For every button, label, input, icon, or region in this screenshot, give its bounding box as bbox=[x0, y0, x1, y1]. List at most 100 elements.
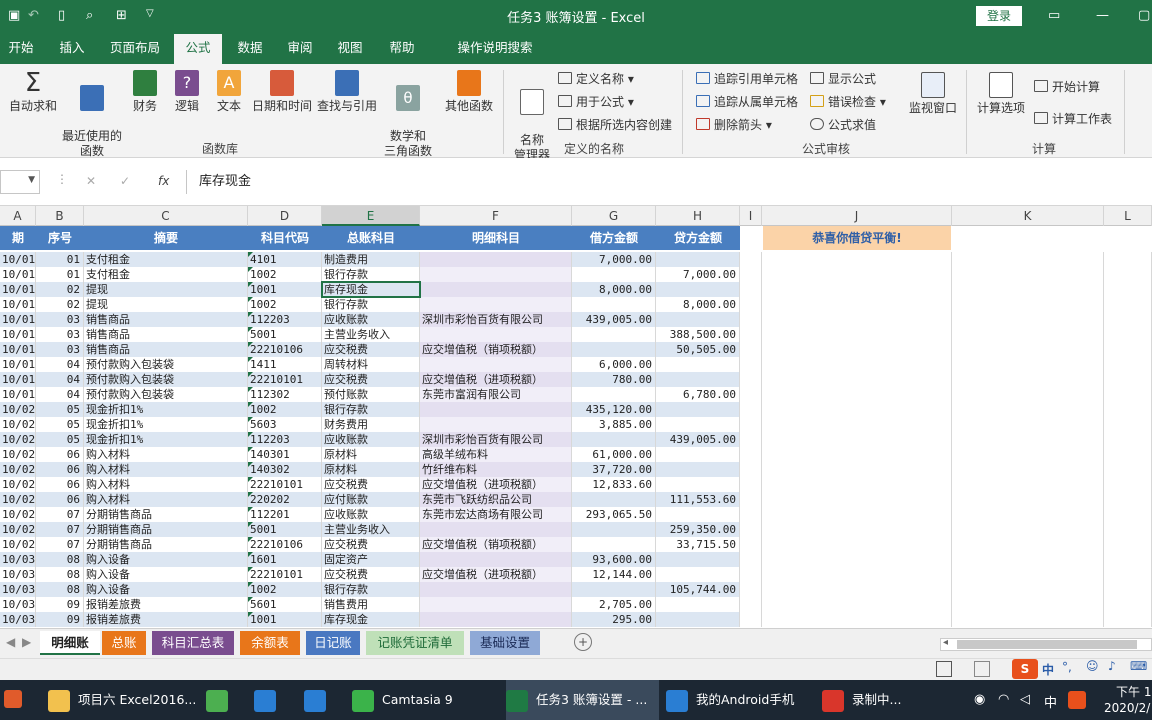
table-cell[interactable] bbox=[1104, 312, 1152, 327]
table-cell[interactable]: 8,000.00 bbox=[656, 297, 740, 312]
table-cell[interactable]: 应交税费 bbox=[322, 477, 420, 492]
table-cell[interactable] bbox=[762, 252, 952, 267]
table-cell[interactable] bbox=[656, 597, 740, 612]
table-cell[interactable]: 购入材料 bbox=[84, 462, 248, 477]
table-cell[interactable]: 分期销售商品 bbox=[84, 537, 248, 552]
table-cell[interactable]: 应交税费 bbox=[322, 567, 420, 582]
horizontal-scrollbar[interactable]: ◂ bbox=[940, 637, 1152, 651]
table-cell[interactable]: 销售商品 bbox=[84, 342, 248, 357]
table-cell[interactable]: 东莞市宏达商场有限公司 bbox=[420, 507, 572, 522]
table-cell[interactable]: 10/01 bbox=[0, 357, 36, 372]
keyboard-icon[interactable]: ⌨ bbox=[1130, 659, 1147, 673]
column-header-A[interactable]: A bbox=[0, 206, 36, 226]
table-cell[interactable]: 50,505.00 bbox=[656, 342, 740, 357]
table-cell[interactable]: 06 bbox=[36, 477, 84, 492]
table-cell[interactable]: 购入设备 bbox=[84, 567, 248, 582]
table-cell[interactable] bbox=[1104, 447, 1152, 462]
table-cell[interactable]: 08 bbox=[36, 552, 84, 567]
table-cell[interactable]: 10/01 bbox=[0, 267, 36, 282]
table-cell[interactable] bbox=[762, 312, 952, 327]
table-cell[interactable]: 应付账款 bbox=[322, 492, 420, 507]
table-cell[interactable] bbox=[762, 612, 952, 627]
table-cell[interactable]: 04 bbox=[36, 357, 84, 372]
table-cell[interactable] bbox=[952, 567, 1104, 582]
table-cell[interactable] bbox=[420, 282, 572, 297]
table-cell[interactable] bbox=[740, 492, 762, 507]
table-cell[interactable] bbox=[420, 327, 572, 342]
table-cell[interactable] bbox=[952, 252, 1104, 267]
table-cell[interactable] bbox=[420, 357, 572, 372]
table-cell[interactable]: 深圳市彩怡百货有限公司 bbox=[420, 312, 572, 327]
taskbar-item-7[interactable]: 录制中... bbox=[822, 680, 901, 720]
table-cell[interactable]: 04 bbox=[36, 387, 84, 402]
table-cell[interactable] bbox=[952, 582, 1104, 597]
create-from-selection-button[interactable]: 根据所选内容创建 bbox=[558, 116, 672, 133]
table-cell[interactable]: 10/02 bbox=[0, 507, 36, 522]
input-language[interactable]: 中 bbox=[1044, 692, 1057, 711]
table-cell[interactable] bbox=[1104, 582, 1152, 597]
table-cell[interactable] bbox=[952, 387, 1104, 402]
table-cell[interactable] bbox=[740, 282, 762, 297]
table-cell[interactable]: 435,120.00 bbox=[572, 402, 656, 417]
table-cell[interactable]: 439,005.00 bbox=[572, 312, 656, 327]
table-cell[interactable]: 61,000.00 bbox=[572, 447, 656, 462]
table-cell[interactable]: 7,000.00 bbox=[656, 267, 740, 282]
table-cell[interactable] bbox=[656, 417, 740, 432]
table-cell[interactable]: 东莞市飞跃纺织品公司 bbox=[420, 492, 572, 507]
table-cell[interactable] bbox=[572, 537, 656, 552]
table-cell[interactable]: 1001 bbox=[248, 282, 322, 297]
table-cell[interactable]: 06 bbox=[36, 492, 84, 507]
table-cell[interactable]: 259,350.00 bbox=[656, 522, 740, 537]
table-cell[interactable]: 主营业务收入 bbox=[322, 522, 420, 537]
table-cell[interactable]: 02 bbox=[36, 297, 84, 312]
table-cell[interactable]: 06 bbox=[36, 447, 84, 462]
table-cell[interactable]: 现金折扣1% bbox=[84, 417, 248, 432]
table-cell[interactable] bbox=[762, 372, 952, 387]
table-cell[interactable]: 1411 bbox=[248, 357, 322, 372]
table-cell[interactable] bbox=[656, 477, 740, 492]
ribbon-tab-5[interactable]: 审阅 bbox=[278, 32, 322, 64]
table-cell[interactable]: 应交增值税（销项税额） bbox=[420, 342, 572, 357]
header-cell[interactable]: 序号 bbox=[36, 226, 84, 250]
table-cell[interactable] bbox=[1104, 297, 1152, 312]
table-cell[interactable] bbox=[1104, 492, 1152, 507]
table-cell[interactable] bbox=[656, 372, 740, 387]
table-cell[interactable] bbox=[1104, 342, 1152, 357]
table-cell[interactable] bbox=[952, 357, 1104, 372]
ribbon-tab-2[interactable]: 页面布局 bbox=[104, 32, 166, 64]
table-cell[interactable]: 111,553.60 bbox=[656, 492, 740, 507]
recent-functions-button[interactable]: 最近使用的 函数 bbox=[60, 70, 124, 159]
table-cell[interactable] bbox=[740, 612, 762, 627]
table-cell[interactable]: 10/02 bbox=[0, 477, 36, 492]
table-cell[interactable]: 03 bbox=[36, 342, 84, 357]
table-cell[interactable] bbox=[740, 297, 762, 312]
use-in-formula-button[interactable]: 用于公式 ▾ bbox=[558, 93, 634, 110]
table-cell[interactable] bbox=[740, 582, 762, 597]
table-cell[interactable] bbox=[656, 612, 740, 627]
table-cell[interactable] bbox=[572, 267, 656, 282]
table-cell[interactable]: 5601 bbox=[248, 597, 322, 612]
table-cell[interactable]: 应收账款 bbox=[322, 432, 420, 447]
taskbar-item-0[interactable]: 项目六 Excel2016... bbox=[48, 680, 196, 720]
table-cell[interactable]: 应交税费 bbox=[322, 342, 420, 357]
logical-button[interactable]: ? 逻辑 bbox=[170, 70, 204, 114]
table-cell[interactable]: 银行存款 bbox=[322, 582, 420, 597]
column-header-E[interactable]: E bbox=[322, 206, 420, 226]
table-cell[interactable]: 分期销售商品 bbox=[84, 507, 248, 522]
table-cell[interactable]: 1002 bbox=[248, 297, 322, 312]
table-cell[interactable]: 05 bbox=[36, 432, 84, 447]
table-cell[interactable] bbox=[762, 432, 952, 447]
table-cell[interactable]: 10/03 bbox=[0, 597, 36, 612]
table-cell[interactable]: 库存现金 bbox=[322, 282, 420, 297]
table-cell[interactable]: 06 bbox=[36, 462, 84, 477]
table-cell[interactable]: 09 bbox=[36, 597, 84, 612]
table-cell[interactable] bbox=[952, 492, 1104, 507]
table-cell[interactable] bbox=[656, 507, 740, 522]
table-cell[interactable]: 东莞市富润有限公司 bbox=[420, 387, 572, 402]
table-cell[interactable]: 预付款购入包装袋 bbox=[84, 357, 248, 372]
next-sheet-icon[interactable]: ▶ bbox=[22, 635, 31, 649]
table-cell[interactable] bbox=[762, 282, 952, 297]
table-cell[interactable]: 应交增值税（进项税额） bbox=[420, 372, 572, 387]
volume-icon[interactable]: ◁ bbox=[1020, 692, 1030, 707]
table-cell[interactable] bbox=[952, 612, 1104, 627]
